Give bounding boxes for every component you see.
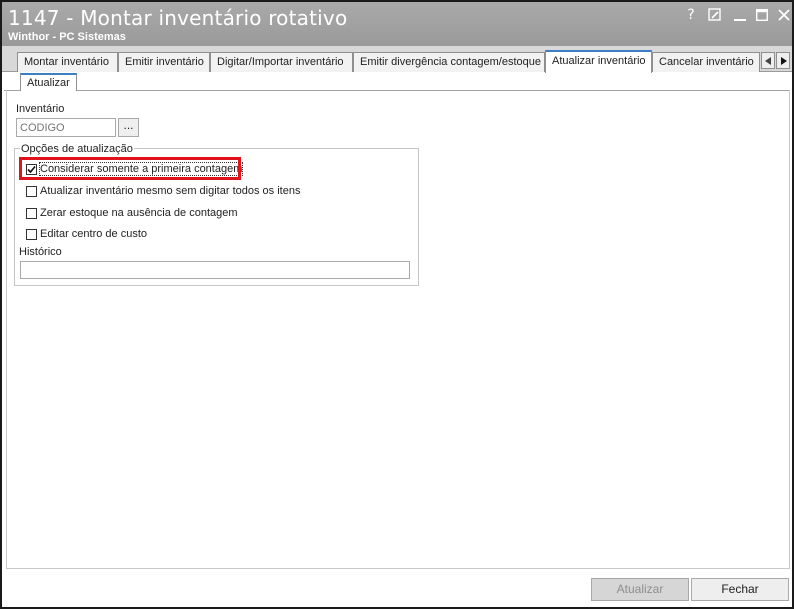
tab-emitir-divergencia[interactable]: Emitir divergência contagem/estoque [353, 52, 545, 72]
option-primeira-contagem-label: Considerar somente a primeira contagem [38, 162, 244, 176]
opcoes-atualizacao-title: Opções de atualização [20, 143, 134, 155]
inventario-search-button[interactable]: ... [118, 118, 139, 137]
sub-tab-strip: Atualizar [4, 73, 790, 91]
window-subtitle: Winthor - PC Sistemas [8, 31, 126, 43]
edit-icon[interactable] [706, 6, 724, 24]
tab-digitar-importar-inventario[interactable]: Digitar/Importar inventário [210, 52, 353, 72]
tab-emitir-inventario[interactable]: Emitir inventário [118, 52, 210, 72]
subtab-atualizar[interactable]: Atualizar [20, 73, 77, 91]
tab-scroll-right-icon[interactable] [776, 52, 790, 69]
inventario-code-input[interactable] [16, 118, 116, 137]
checkbox-checked-icon[interactable] [26, 164, 37, 175]
option-zerar-estoque-label: Zerar estoque na ausência de contagem [40, 207, 238, 219]
right-panel-border [789, 90, 790, 568]
main-window: 1147 - Montar inventário rotativo Wintho… [0, 0, 794, 609]
footer-separator [6, 568, 790, 569]
option-editar-centro-custo-label: Editar centro de custo [40, 228, 148, 240]
tab-montar-inventario[interactable]: Montar inventário [17, 52, 118, 72]
checkbox-icon[interactable] [26, 229, 37, 240]
close-icon[interactable] [775, 6, 793, 24]
option-atualizar-sem-digitar-label: Atualizar inventário mesmo sem digitar t… [40, 185, 301, 197]
historico-input[interactable] [20, 261, 410, 279]
tab-scroll-left-icon[interactable] [761, 52, 775, 69]
inventario-label: Inventário [16, 103, 65, 115]
minimize-icon[interactable] [731, 6, 749, 24]
checkbox-icon[interactable] [26, 208, 37, 219]
title-bar: 1147 - Montar inventário rotativo Wintho… [2, 2, 792, 46]
historico-label: Histórico [19, 246, 62, 258]
tab-cancelar-inventario[interactable]: Cancelar inventário [652, 52, 760, 72]
window-title: 1147 - Montar inventário rotativo [8, 6, 348, 30]
fechar-button[interactable]: Fechar [691, 578, 789, 601]
help-icon[interactable]: ? [682, 6, 700, 24]
main-tab-strip: Montar inventário Emitir inventário Digi… [2, 46, 792, 73]
atualizar-button[interactable]: Atualizar [591, 578, 689, 601]
maximize-icon[interactable] [753, 6, 771, 24]
left-panel-border [6, 90, 7, 568]
checkbox-icon[interactable] [26, 186, 37, 197]
tab-atualizar-inventario[interactable]: Atualizar inventário [545, 50, 652, 73]
